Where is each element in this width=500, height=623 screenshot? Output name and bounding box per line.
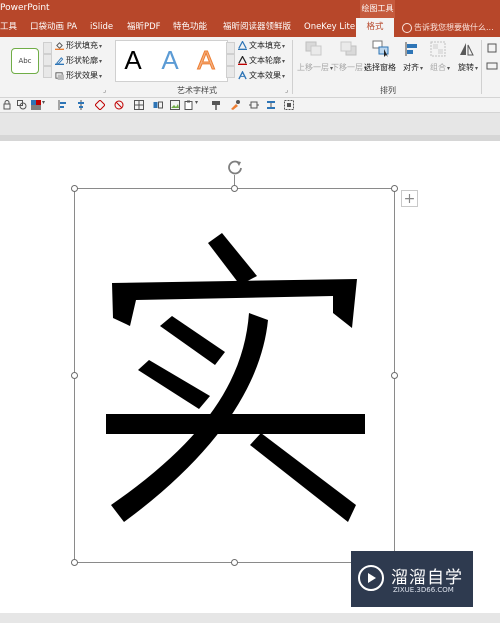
layout-options-button[interactable]: + — [401, 190, 418, 207]
status-area — [0, 613, 500, 623]
selection-box — [74, 188, 395, 563]
watermark-url: ZIXUE.3D66.COM — [393, 586, 454, 594]
resize-handle-top-left[interactable] — [71, 185, 78, 192]
watermark-logo: 溜溜自学 ZIXUE.3D66.COM — [351, 551, 473, 607]
play-icon — [358, 565, 384, 591]
rotate-handle-icon[interactable] — [226, 158, 244, 176]
resize-handle-bottom-left[interactable] — [71, 559, 78, 566]
resize-handle-left[interactable] — [71, 372, 78, 379]
resize-handle-top-right[interactable] — [391, 185, 398, 192]
resize-handle-top[interactable] — [231, 185, 238, 192]
watermark-title: 溜溜自学 — [391, 568, 463, 588]
resize-handle-bottom[interactable] — [231, 559, 238, 566]
resize-handle-right[interactable] — [391, 372, 398, 379]
